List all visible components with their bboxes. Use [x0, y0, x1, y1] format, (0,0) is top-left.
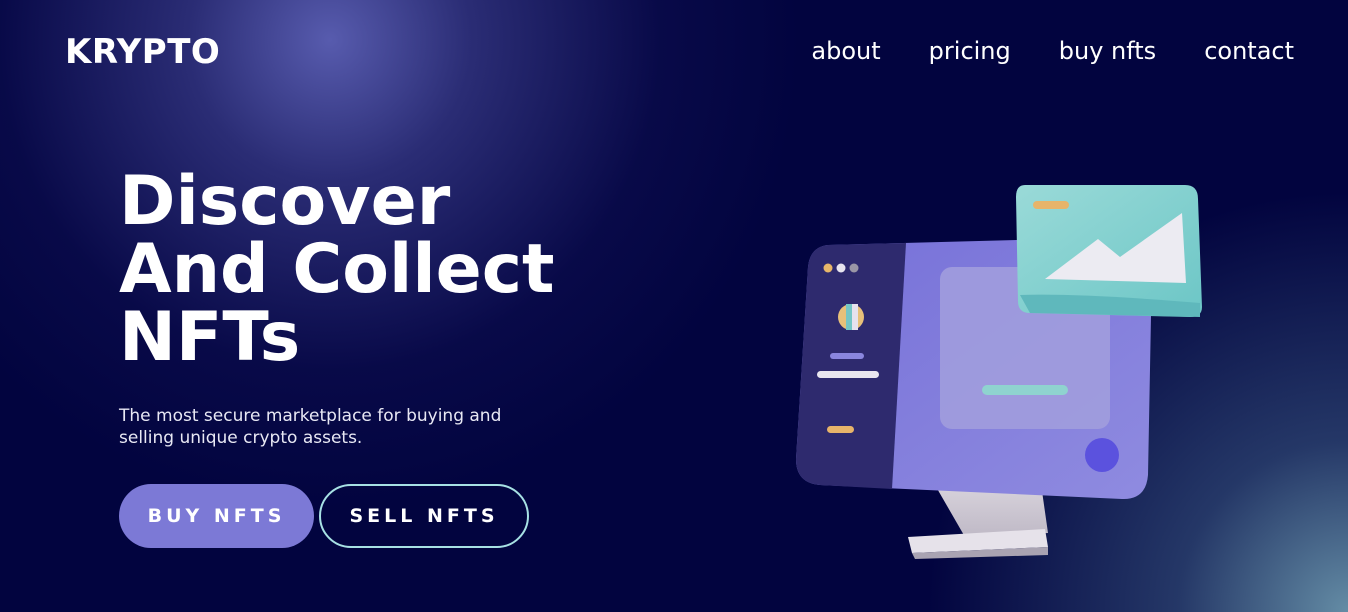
brand-logo[interactable]: KRYPTO: [65, 32, 220, 72]
hero-title-line-1: Discover: [119, 162, 451, 241]
sell-nfts-button[interactable]: SELL NFTS: [319, 484, 529, 548]
nav-link-about[interactable]: about: [811, 37, 880, 65]
hero-subtitle: The most secure marketplace for buying a…: [119, 406, 502, 448]
nav-link-buy-nfts[interactable]: buy nfts: [1059, 37, 1156, 65]
nav-link-contact[interactable]: contact: [1204, 37, 1294, 65]
main-nav: about pricing buy nfts contact: [811, 37, 1294, 65]
hero-title-line-2: And Collect: [119, 230, 555, 309]
computer-monitor-illustration: [796, 185, 1202, 559]
buy-nfts-button[interactable]: BUY NFTS: [119, 484, 314, 548]
hero-title: Discover And Collect NFTs: [119, 168, 555, 372]
nav-link-pricing[interactable]: pricing: [929, 37, 1011, 65]
hero-title-line-3: NFTs: [119, 298, 301, 377]
